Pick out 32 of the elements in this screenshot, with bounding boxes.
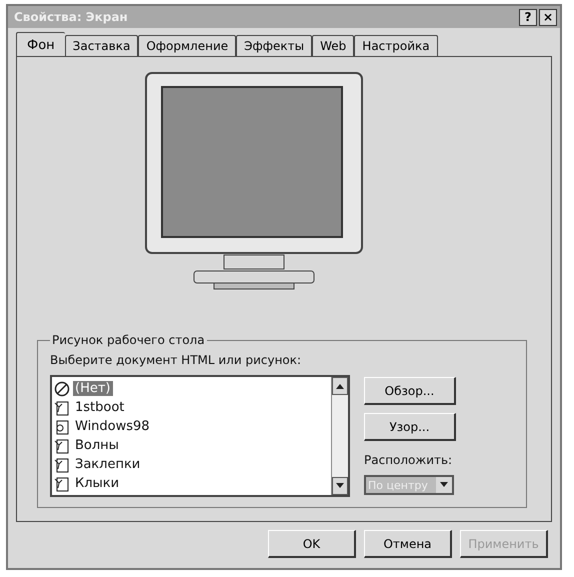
browse-button[interactable]: Обзор... <box>364 377 456 405</box>
position-label: Расположить: <box>364 453 454 467</box>
tab[interactable]: Настройка <box>354 35 438 56</box>
image-file-icon <box>54 400 70 416</box>
up-arrow-icon <box>336 383 344 389</box>
html-file-icon <box>54 418 70 434</box>
tab[interactable]: Заставка <box>64 35 138 56</box>
image-file-icon <box>54 438 70 454</box>
list-label: Выберите документ HTML или рисунок: <box>50 353 302 367</box>
list-item[interactable]: 1stboot <box>54 398 329 417</box>
down-arrow-icon <box>336 483 344 489</box>
caret-icon <box>440 482 448 488</box>
pattern-button[interactable]: Узор... <box>364 413 456 441</box>
close-button[interactable]: × <box>539 8 557 26</box>
group-title: Рисунок рабочего стола <box>51 333 206 347</box>
list-item[interactable]: Волны <box>54 436 329 455</box>
window-title: Свойства: Экран <box>14 10 128 24</box>
tab[interactable]: Web <box>312 35 354 56</box>
tab[interactable]: Эффекты <box>236 35 312 56</box>
dialog-button[interactable]: Отмена <box>364 530 452 558</box>
list-item[interactable]: Заклепки <box>54 455 329 474</box>
list-item[interactable]: (Нет) <box>54 379 329 398</box>
tab[interactable]: Оформление <box>138 35 236 56</box>
image-file-icon <box>54 476 70 492</box>
list-item[interactable]: Клыки <box>54 474 329 493</box>
list-item[interactable]: Windows98 <box>54 417 329 436</box>
help-button[interactable]: ? <box>519 8 537 26</box>
image-file-icon <box>54 456 70 472</box>
dialog-button[interactable]: OK <box>268 530 356 558</box>
tab[interactable]: Фон <box>16 32 65 56</box>
no-symbol-icon <box>54 380 70 396</box>
scrollbar[interactable] <box>331 377 348 495</box>
